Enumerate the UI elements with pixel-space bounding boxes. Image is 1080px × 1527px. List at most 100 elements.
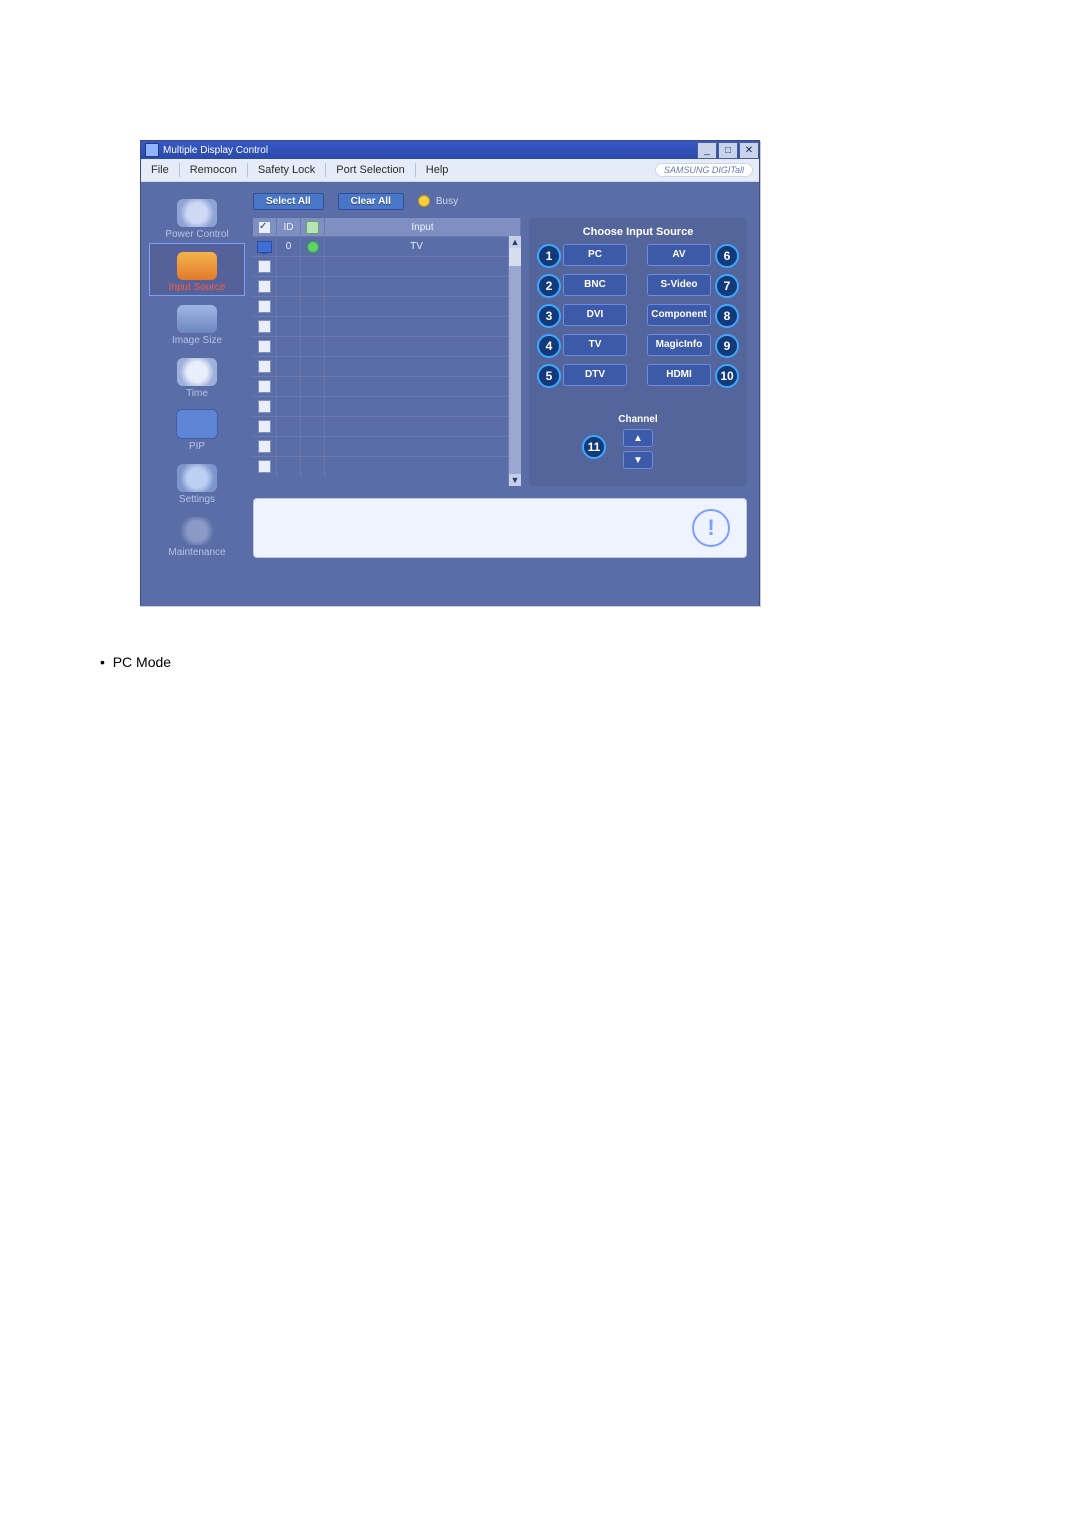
row-id: 0 xyxy=(277,237,301,257)
row-input xyxy=(325,357,509,377)
menu-port-selection[interactable]: Port Selection xyxy=(326,159,414,181)
row-id xyxy=(277,397,301,417)
sidebar-item-input-source[interactable]: Input Source xyxy=(149,243,245,296)
col-input[interactable]: Input xyxy=(325,218,521,236)
caption-bullet: • PC Mode xyxy=(100,654,171,670)
callout-4: 4 xyxy=(537,334,561,358)
power-icon xyxy=(177,199,217,227)
row-status xyxy=(301,297,325,317)
row-id xyxy=(277,417,301,437)
row-check[interactable] xyxy=(253,257,277,277)
callout-10: 10 xyxy=(715,364,739,388)
menu-help[interactable]: Help xyxy=(416,159,459,181)
row-check[interactable] xyxy=(253,377,277,397)
callout-1: 1 xyxy=(537,244,561,268)
source-s-video[interactable]: S-Video xyxy=(647,274,711,296)
sidebar-item-settings[interactable]: Settings xyxy=(149,455,245,508)
source-dtv[interactable]: DTV xyxy=(563,364,627,386)
source-component[interactable]: Component xyxy=(647,304,711,326)
image-size-icon xyxy=(177,305,217,333)
table-row[interactable] xyxy=(253,456,509,476)
row-check[interactable] xyxy=(253,277,277,297)
row-input xyxy=(325,437,509,457)
sidebar-item-label: Input Source xyxy=(169,282,226,293)
sidebar-item-time[interactable]: Time xyxy=(149,349,245,402)
callout-2: 2 xyxy=(537,274,561,298)
col-check[interactable] xyxy=(253,218,277,236)
table-row[interactable] xyxy=(253,276,509,296)
sidebar-item-maintenance[interactable]: Maintenance xyxy=(149,508,245,561)
table-row[interactable] xyxy=(253,416,509,436)
row-check[interactable] xyxy=(253,437,277,457)
input-source-panel: Choose Input Source 1PC2BNC3DVI4TV5DTVAV… xyxy=(529,218,747,486)
clear-all-button[interactable]: Clear All xyxy=(338,193,404,210)
channel-up-button[interactable]: ▲ xyxy=(623,429,653,447)
select-all-button[interactable]: Select All xyxy=(253,193,324,210)
callout-11: 11 xyxy=(582,435,606,459)
maximize-button[interactable]: □ xyxy=(718,142,738,159)
table-row[interactable]: 0TV xyxy=(253,236,509,256)
row-status xyxy=(301,237,325,257)
table-row[interactable] xyxy=(253,336,509,356)
app-body: Power Control Input Source Image Size Ti… xyxy=(141,182,759,606)
menu-remocon[interactable]: Remocon xyxy=(180,159,247,181)
display-table: ID Input 0TV ▲ ▼ xyxy=(253,218,521,486)
sidebar-item-power-control[interactable]: Power Control xyxy=(149,190,245,243)
sidebar-item-pip[interactable]: PIP xyxy=(149,402,245,455)
sidebar-item-label: Settings xyxy=(179,494,215,505)
source-magicinfo[interactable]: MagicInfo xyxy=(647,334,711,356)
row-check[interactable] xyxy=(253,357,277,377)
status-bar: ! xyxy=(253,498,747,558)
row-id xyxy=(277,437,301,457)
col-status[interactable] xyxy=(301,218,325,236)
time-icon xyxy=(177,358,217,386)
table-header: ID Input xyxy=(253,218,521,236)
minimize-button[interactable]: _ xyxy=(697,142,717,159)
row-check[interactable] xyxy=(253,297,277,317)
source-bnc[interactable]: BNC xyxy=(563,274,627,296)
source-av[interactable]: AV xyxy=(647,244,711,266)
source-hdmi[interactable]: HDMI xyxy=(647,364,711,386)
row-check[interactable] xyxy=(253,457,277,477)
row-input xyxy=(325,457,509,477)
col-id[interactable]: ID xyxy=(277,218,301,236)
callout-9: 9 xyxy=(715,334,739,358)
app-window: Multiple Display Control _ □ ✕ File Remo… xyxy=(140,140,760,606)
menu-safety-lock[interactable]: Safety Lock xyxy=(248,159,325,181)
source-dvi[interactable]: DVI xyxy=(563,304,627,326)
titlebar: Multiple Display Control _ □ ✕ xyxy=(141,141,759,159)
table-row[interactable] xyxy=(253,296,509,316)
scroll-down-button[interactable]: ▼ xyxy=(509,474,521,486)
row-check[interactable] xyxy=(253,337,277,357)
row-check[interactable] xyxy=(253,237,277,257)
panel-title: Choose Input Source xyxy=(529,218,747,244)
sidebar-item-label: Maintenance xyxy=(168,547,225,558)
table-row[interactable] xyxy=(253,436,509,456)
toolbar: Select All Clear All Busy xyxy=(253,190,458,212)
table-row[interactable] xyxy=(253,356,509,376)
row-check[interactable] xyxy=(253,397,277,417)
row-status xyxy=(301,457,325,477)
window-title: Multiple Display Control xyxy=(163,145,696,156)
close-button[interactable]: ✕ xyxy=(739,142,759,159)
row-status xyxy=(301,277,325,297)
vertical-scrollbar[interactable]: ▲ ▼ xyxy=(508,236,521,486)
row-id xyxy=(277,357,301,377)
settings-icon xyxy=(177,464,217,492)
scroll-thumb[interactable] xyxy=(509,248,521,266)
sidebar-item-image-size[interactable]: Image Size xyxy=(149,296,245,349)
channel-down-button[interactable]: ▼ xyxy=(623,451,653,469)
row-input xyxy=(325,337,509,357)
source-pc[interactable]: PC xyxy=(563,244,627,266)
row-status xyxy=(301,437,325,457)
channel-control: Channel 11 ▲ ▼ xyxy=(529,414,747,473)
row-check[interactable] xyxy=(253,317,277,337)
source-tv[interactable]: TV xyxy=(563,334,627,356)
table-row[interactable] xyxy=(253,316,509,336)
scroll-up-button[interactable]: ▲ xyxy=(509,236,521,248)
menu-file[interactable]: File xyxy=(141,159,179,181)
row-check[interactable] xyxy=(253,417,277,437)
table-row[interactable] xyxy=(253,256,509,276)
table-row[interactable] xyxy=(253,396,509,416)
table-row[interactable] xyxy=(253,376,509,396)
